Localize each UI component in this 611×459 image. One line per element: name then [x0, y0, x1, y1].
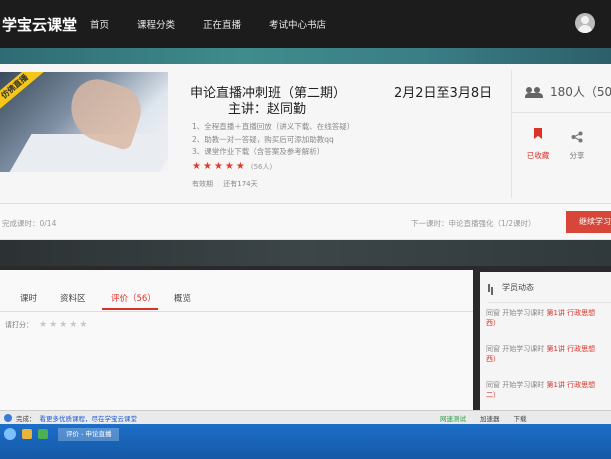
- activity-item: 同窗 开始学习课时 第1讲 行政思想 西）: [486, 308, 611, 328]
- favorite-label: 已收藏: [526, 151, 550, 160]
- bar-chart-icon: [488, 283, 496, 292]
- rate-row: 请打分： ★ ★ ★ ★ ★: [5, 320, 89, 330]
- rate-star-icon[interactable]: ★: [39, 320, 47, 330]
- speed-test-button[interactable]: 网速测试: [440, 413, 466, 423]
- activity-topic[interactable]: 行政思想: [567, 309, 595, 317]
- activity-action: 开始学习课时: [502, 309, 545, 317]
- course-thumbnail[interactable]: 仿佛直播: [0, 72, 168, 172]
- activity-lesson[interactable]: 第1讲: [546, 309, 564, 317]
- section-divider-band: [0, 240, 611, 266]
- activity-item: 同窗 开始学习课时 第1讲 行政思想 西）: [486, 344, 611, 364]
- feature-item: 1、全程直播＋直播回放（讲义下载、在线答疑）: [192, 122, 355, 131]
- next-lesson-link[interactable]: 下一课时：申论直播强化（1/2课时）: [411, 218, 536, 229]
- nav-link-home[interactable]: 首页: [90, 17, 109, 31]
- activity-title-text: 学员动态: [502, 283, 534, 292]
- os-taskbar: 评价 - 申论直播: [0, 424, 611, 459]
- rating-count: (56人): [250, 162, 273, 171]
- activity-user[interactable]: 同窗: [486, 345, 500, 353]
- status-label: 完成：: [16, 415, 36, 423]
- share-label: 分享: [569, 151, 585, 160]
- activity-lesson[interactable]: 第1讲: [546, 345, 564, 353]
- accelerator-button[interactable]: 加速器: [480, 413, 500, 423]
- activity-action: 开始学习课时: [502, 345, 545, 353]
- star-icon: ★: [192, 161, 201, 172]
- course-tabs: 课时 资料区 评价（56） 概览: [0, 270, 473, 312]
- user-avatar[interactable]: [575, 13, 595, 33]
- course-lecturer: 主讲：赵同勤: [228, 102, 307, 117]
- side-separator: [512, 112, 611, 113]
- live-ribbon: 仿佛直播: [0, 72, 45, 114]
- rate-star-icon[interactable]: ★: [59, 320, 67, 330]
- nav-link-live[interactable]: 正在直播: [203, 17, 241, 31]
- keyboard-image: [8, 134, 168, 172]
- activity-topic[interactable]: 行政思想: [567, 381, 595, 389]
- activity-topic-cont[interactable]: 西）: [486, 355, 500, 363]
- course-tabs-panel: 课时 资料区 评价（56） 概览 请打分： ★ ★ ★ ★ ★: [0, 270, 473, 410]
- activity-topic-cont[interactable]: 二）: [486, 391, 500, 399]
- nav-link-exam-bookstore[interactable]: 考试中心书店: [269, 17, 326, 31]
- active-tab-indicator: [102, 308, 158, 310]
- activity-divider: [488, 302, 611, 303]
- activity-title: 学员动态: [488, 282, 534, 293]
- star-icon: ★: [235, 161, 245, 172]
- student-activity-panel: 学员动态 同窗 开始学习课时 第1讲 行政思想 西） 同窗 开始学习课时 第1讲…: [480, 272, 611, 412]
- student-count-text: 180人（500: [550, 85, 611, 99]
- activity-item: 同窗 开始学习课时 第1讲 行政思想 二）: [486, 380, 611, 400]
- rate-star-icon[interactable]: ★: [69, 320, 77, 330]
- globe-icon: [4, 414, 12, 422]
- browser-status-bar: 完成： 看更多优质课程，尽在学宝云课堂 网速测试 加速器 下载: [0, 410, 611, 424]
- browser-icon[interactable]: [38, 429, 48, 439]
- course-validity: 有效期 还有174天: [192, 179, 258, 189]
- rate-label: 请打分：: [5, 321, 33, 329]
- share-icon: [571, 128, 583, 143]
- star-icon: ★: [202, 161, 212, 172]
- student-count: 180人（500: [525, 83, 611, 100]
- taskbar-window-item[interactable]: 评价 - 申论直播: [58, 428, 120, 441]
- status-link[interactable]: 看更多优质课程，尽在学宝云课堂: [40, 413, 138, 423]
- download-button[interactable]: 下载: [514, 413, 527, 423]
- lesson-progress-bar: 完成课时：0/14 下一课时：申论直播强化（1/2课时） 继续学习: [0, 204, 611, 240]
- continue-learning-button[interactable]: 继续学习: [566, 211, 611, 233]
- status-left: 完成： 看更多优质课程，尽在学宝云课堂: [4, 413, 137, 423]
- favorite-button[interactable]: 已收藏: [522, 128, 554, 162]
- tab-lessons[interactable]: 课时: [20, 292, 37, 304]
- validity-remaining: 还有174天: [223, 180, 258, 188]
- course-date-range: 2月2日至3月8日: [394, 86, 493, 101]
- activity-topic[interactable]: 行政思想: [567, 345, 595, 353]
- star-icon: ★: [213, 161, 223, 172]
- side-divider: [511, 70, 512, 198]
- bookmark-icon: [534, 128, 542, 139]
- top-navbar: 学宝云课堂 首页 课程分类 正在直播 考试中心书店: [0, 0, 611, 48]
- star-icon: ★: [224, 161, 234, 172]
- tab-overview[interactable]: 概览: [174, 292, 191, 304]
- feature-item: 3、课堂作业下载（含答案及参考解析）: [192, 147, 325, 156]
- validity-label: 有效期: [192, 180, 213, 188]
- rate-star-icon[interactable]: ★: [79, 320, 87, 330]
- start-button-icon[interactable]: [4, 428, 16, 440]
- activity-action: 开始学习课时: [502, 381, 545, 389]
- nav-link-categories[interactable]: 课程分类: [137, 17, 175, 31]
- status-right: 网速测试 加速器 下载: [440, 413, 541, 423]
- tab-materials[interactable]: 资料区: [60, 292, 86, 304]
- activity-topic-cont[interactable]: 西）: [486, 319, 500, 327]
- people-icon: [525, 86, 543, 98]
- learned-lessons: 完成课时：0/14: [2, 219, 57, 228]
- folder-icon[interactable]: [22, 429, 32, 439]
- site-logo[interactable]: 学宝云课堂: [0, 14, 80, 35]
- share-button[interactable]: 分享: [564, 128, 590, 162]
- course-features: 1、全程直播＋直播回放（讲义下载、在线答疑） 2、助教一对一答疑，购买后可添加助…: [192, 121, 354, 159]
- course-rating: ★ ★ ★ ★ ★ (56人): [192, 161, 272, 172]
- activity-lesson[interactable]: 第1讲: [546, 381, 564, 389]
- tab-reviews[interactable]: 评价（56）: [111, 292, 156, 304]
- activity-user[interactable]: 同窗: [486, 309, 500, 317]
- share-icon-graphic: [571, 131, 583, 143]
- rate-star-icon[interactable]: ★: [49, 320, 57, 330]
- activity-user[interactable]: 同窗: [486, 381, 500, 389]
- feature-item: 2、助教一对一答疑，购买后可添加助教qq: [192, 134, 334, 144]
